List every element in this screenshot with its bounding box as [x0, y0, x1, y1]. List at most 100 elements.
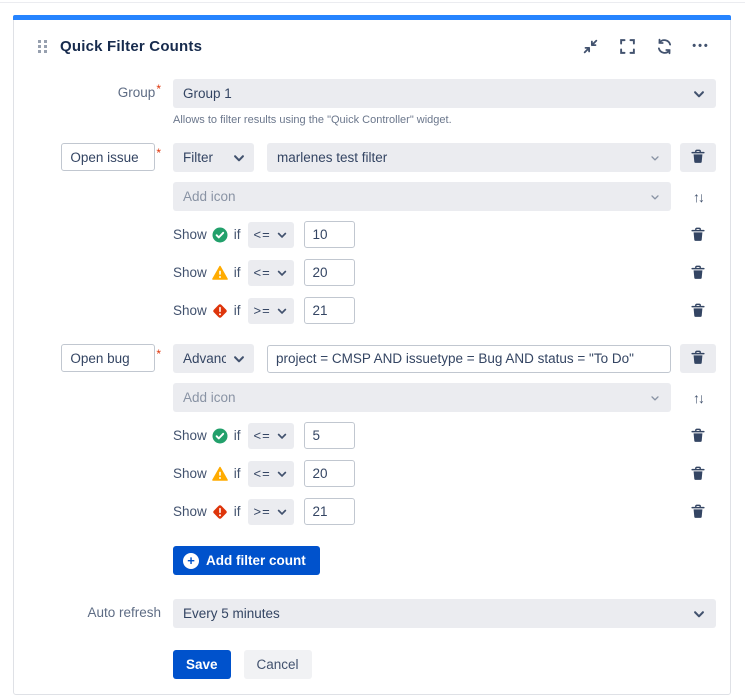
chevron-down-icon — [649, 191, 661, 203]
group-help-row: Allows to filter results using the "Quic… — [14, 118, 716, 143]
refresh-icon[interactable] — [655, 37, 673, 55]
page-divider — [0, 2, 745, 3]
chevron-down-icon — [276, 229, 288, 241]
required-asterisk: * — [156, 82, 161, 96]
delete-threshold-button[interactable] — [689, 301, 707, 320]
threshold-value-input[interactable] — [304, 422, 355, 449]
fullscreen-icon[interactable] — [618, 37, 636, 55]
operator-select[interactable]: >= — [248, 298, 294, 324]
group-help-text: Allows to filter results using the "Quic… — [173, 114, 452, 126]
threshold-value-input[interactable] — [304, 259, 355, 286]
add-filter-row: + Add filter count — [14, 536, 716, 589]
show-label: Show — [173, 466, 207, 481]
chevron-down-icon — [276, 468, 288, 480]
trash-icon — [691, 350, 705, 368]
show-label: Show — [173, 227, 207, 242]
filter-type-select[interactable]: Advanced — [173, 344, 254, 373]
reorder-icon[interactable]: ↑↓ — [693, 189, 703, 205]
save-button[interactable]: Save — [173, 650, 231, 679]
chevron-down-icon — [276, 267, 288, 279]
if-label: if — [234, 303, 241, 318]
header-actions: ••• — [581, 37, 710, 55]
show-label: Show — [173, 265, 207, 280]
group-label-cell: Group* — [14, 79, 161, 100]
reorder-icon[interactable]: ↑↓ — [693, 390, 703, 406]
chevron-down-icon — [649, 152, 661, 164]
error-icon — [212, 504, 228, 520]
plus-icon: + — [183, 553, 199, 569]
threshold-row: Show if <= — [14, 259, 716, 286]
chevron-down-icon — [276, 506, 288, 518]
delete-filter-button[interactable] — [680, 344, 716, 373]
chevron-down-icon — [276, 430, 288, 442]
success-icon — [212, 428, 228, 444]
chevron-down-icon — [232, 352, 246, 366]
widget-header: Quick Filter Counts ••• — [14, 20, 730, 55]
threshold-row: Show if <= — [14, 221, 716, 248]
operator-select[interactable]: <= — [248, 260, 294, 286]
add-icon-row: Add icon ↑↓ — [14, 182, 716, 211]
group-label: Group — [118, 85, 156, 100]
filter-name-input[interactable] — [61, 143, 155, 171]
show-label: Show — [173, 504, 207, 519]
auto-refresh-label: Auto refresh — [87, 605, 161, 620]
if-label: if — [234, 428, 241, 443]
warning-icon — [212, 265, 228, 281]
threshold-value-input[interactable] — [304, 498, 355, 525]
auto-refresh-select[interactable]: Every 5 minutes — [173, 599, 716, 628]
delete-threshold-button[interactable] — [689, 263, 707, 282]
if-label: if — [234, 227, 241, 242]
filter-row: * Advanced — [14, 344, 716, 373]
actions-row: Save Cancel — [14, 638, 716, 679]
delete-threshold-button[interactable] — [689, 502, 707, 521]
group-row: Group* Group 1 — [14, 79, 716, 108]
delete-threshold-button[interactable] — [689, 426, 707, 445]
required-asterisk: * — [156, 146, 161, 160]
more-options-icon[interactable]: ••• — [692, 37, 710, 55]
operator-select[interactable]: <= — [248, 222, 294, 248]
group-select[interactable]: Group 1 — [173, 79, 716, 108]
warning-icon — [212, 466, 228, 482]
error-icon — [212, 303, 228, 319]
show-label: Show — [173, 428, 207, 443]
required-asterisk: * — [156, 347, 161, 361]
filter-value-select[interactable]: marlenes test filter — [267, 143, 671, 172]
chevron-down-icon — [692, 607, 706, 621]
threshold-value-input[interactable] — [304, 297, 355, 324]
success-icon — [212, 227, 228, 243]
threshold-row: Show if >= — [14, 297, 716, 324]
if-label: if — [234, 504, 241, 519]
add-icon-row: Add icon ↑↓ — [14, 383, 716, 412]
chevron-down-icon — [649, 392, 661, 404]
if-label: if — [234, 265, 241, 280]
chevron-down-icon — [276, 305, 288, 317]
threshold-row: Show if <= — [14, 422, 716, 449]
filter-row: * Filter marlenes test filter — [14, 143, 716, 172]
threshold-value-input[interactable] — [304, 460, 355, 487]
delete-threshold-button[interactable] — [689, 464, 707, 483]
widget-config-form: Group* Group 1 Allows to filter results … — [14, 79, 730, 679]
auto-refresh-row: Auto refresh Every 5 minutes — [14, 599, 716, 628]
cancel-button[interactable]: Cancel — [244, 650, 312, 679]
filter-name-input[interactable] — [61, 344, 155, 372]
threshold-row: Show if >= — [14, 498, 716, 525]
jql-input[interactable] — [267, 345, 671, 373]
add-filter-count-button[interactable]: + Add filter count — [173, 546, 320, 575]
add-icon-select[interactable]: Add icon — [173, 383, 671, 412]
threshold-value-input[interactable] — [304, 221, 355, 248]
chevron-down-icon — [232, 151, 246, 165]
chevron-down-icon — [692, 87, 706, 101]
operator-select[interactable]: <= — [248, 461, 294, 487]
delete-filter-button[interactable] — [680, 143, 716, 172]
filter-type-select[interactable]: Filter — [173, 143, 254, 172]
threshold-row: Show if <= — [14, 460, 716, 487]
trash-icon — [691, 149, 705, 167]
if-label: if — [234, 466, 241, 481]
operator-select[interactable]: <= — [248, 423, 294, 449]
widget-title: Quick Filter Counts — [60, 38, 202, 55]
delete-threshold-button[interactable] — [689, 225, 707, 244]
operator-select[interactable]: >= — [248, 499, 294, 525]
drag-handle-icon[interactable] — [38, 40, 47, 53]
minimize-icon[interactable] — [581, 37, 599, 55]
add-icon-select[interactable]: Add icon — [173, 182, 671, 211]
